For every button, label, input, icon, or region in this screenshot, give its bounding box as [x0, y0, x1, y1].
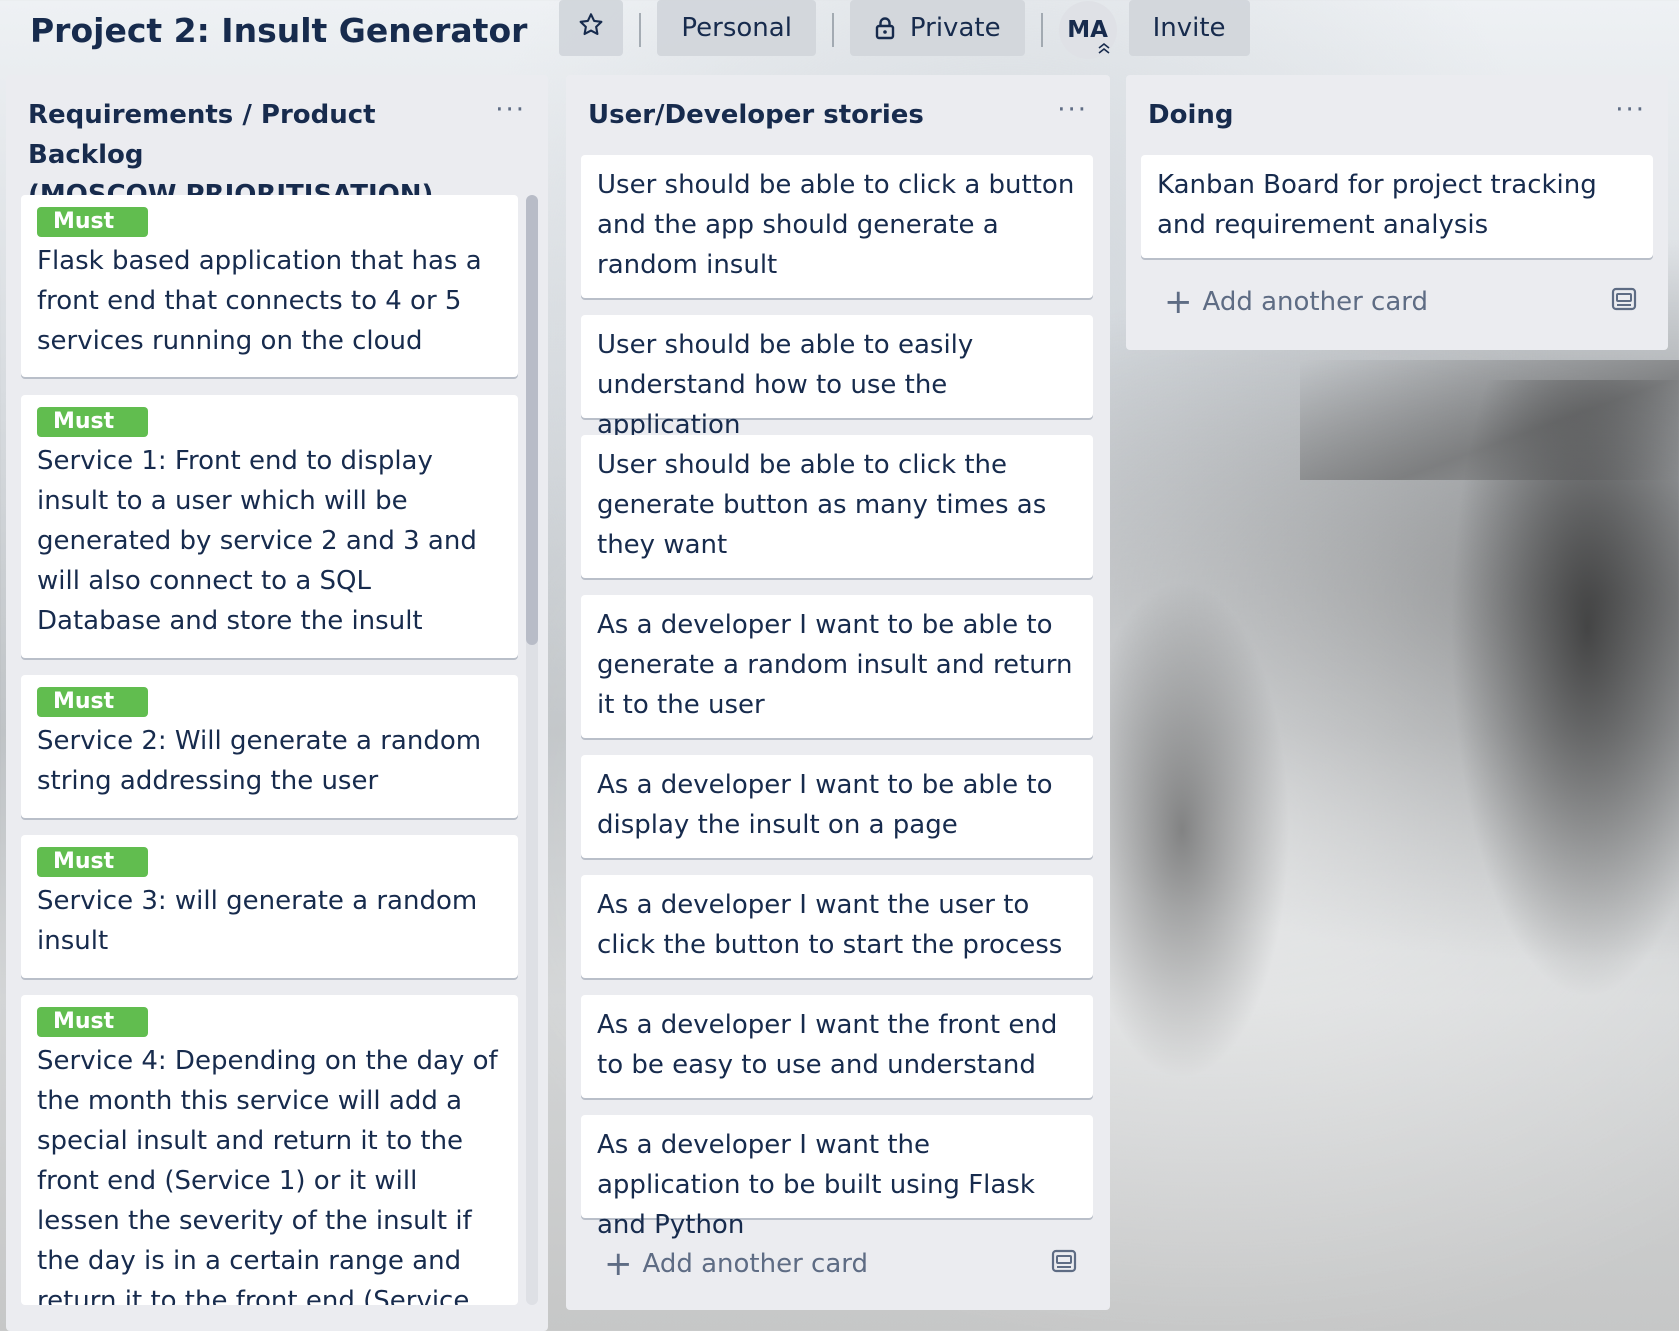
background-rock-left	[1110, 580, 1290, 1080]
member-avatar[interactable]: MA	[1058, 1, 1117, 59]
list-card[interactable]: Must Flask based application that has a …	[21, 195, 518, 377]
list-scrollbar[interactable]	[526, 195, 538, 1305]
list-card[interactable]: User should be able to click a button an…	[581, 155, 1093, 298]
label-must: Must	[37, 687, 148, 717]
access-visibility-button[interactable]: Private	[849, 0, 1025, 56]
plus-icon: +	[1164, 282, 1193, 322]
list-menu-ellipsis-icon[interactable]: ···	[1615, 97, 1646, 123]
list-card[interactable]: As a developer I want the application to…	[581, 1115, 1093, 1240]
header-divider	[1040, 13, 1043, 47]
label-must: Must	[37, 1007, 148, 1037]
label-must: Must	[37, 207, 148, 237]
lock-icon	[874, 16, 896, 40]
invite-label: Invite	[1152, 13, 1226, 43]
list-card[interactable]: User should be able to easily understand…	[581, 315, 1093, 440]
list-card[interactable]: Must Service 2: Will generate a random s…	[21, 675, 518, 818]
card-title: Flask based application that has a front…	[37, 246, 482, 356]
list-card[interactable]: Kanban Board for project tracking and re…	[1141, 155, 1653, 258]
list-title[interactable]: User/Developer stories	[588, 95, 924, 135]
invite-button[interactable]: Invite	[1128, 0, 1250, 56]
list-card[interactable]: As a developer I want the user to click …	[581, 875, 1093, 978]
list-card[interactable]: Must Service 3: will generate a random i…	[21, 835, 518, 978]
add-card-button[interactable]: + Add another card	[1164, 285, 1428, 319]
card-template-icon[interactable]	[1050, 1248, 1078, 1281]
add-card-label: Add another card	[1202, 287, 1429, 317]
board-title[interactable]: Project 2: Insult Generator	[30, 11, 527, 50]
header-divider	[639, 13, 642, 47]
background-ridge	[1300, 360, 1679, 480]
card-title: User should be able to easily understand…	[597, 330, 974, 440]
list-card[interactable]: As a developer I want the front end to b…	[581, 995, 1093, 1098]
card-title: As a developer I want to be able to gene…	[597, 610, 1073, 720]
header-divider	[831, 13, 834, 47]
card-title: User should be able to click the generat…	[597, 450, 1047, 560]
list-user-developer-stories: User/Developer stories ··· User should b…	[566, 75, 1110, 1310]
label-must: Must	[37, 847, 148, 877]
label-must: Must	[37, 407, 148, 437]
scrollbar-thumb[interactable]	[526, 195, 538, 645]
card-title: As a developer I want the user to click …	[597, 890, 1063, 960]
team-visibility-label: Personal	[681, 13, 792, 43]
board-header: Project 2: Insult Generator Personal Pri…	[0, 0, 1679, 60]
list-card[interactable]: As a developer I want to be able to gene…	[581, 595, 1093, 738]
admin-chevron-icon	[1097, 42, 1111, 57]
star-icon	[577, 11, 605, 46]
list-requirements: Requirements / Product Backlog (MOSCOW P…	[6, 75, 548, 1331]
list-doing: Doing ··· Kanban Board for project track…	[1126, 75, 1668, 350]
background-rock-right	[1450, 380, 1679, 1000]
plus-icon: +	[604, 1244, 633, 1284]
card-title: Service 1: Front end to display insult t…	[37, 446, 477, 636]
add-card-button[interactable]: + Add another card	[604, 1247, 868, 1281]
list-card[interactable]: User should be able to click the generat…	[581, 435, 1093, 578]
card-title: Service 4: Depending on the day of the m…	[37, 1046, 498, 1305]
star-board-button[interactable]	[559, 0, 624, 56]
card-title: User should be able to click a button an…	[597, 170, 1075, 280]
card-template-icon[interactable]	[1610, 286, 1638, 319]
list-menu-ellipsis-icon[interactable]: ···	[1057, 97, 1088, 123]
list-title[interactable]: Doing	[1148, 95, 1233, 135]
member-initials: MA	[1067, 17, 1108, 43]
list-menu-ellipsis-icon[interactable]: ···	[495, 97, 526, 123]
list-card[interactable]: Must Service 1: Front end to display ins…	[21, 395, 518, 658]
card-title: As a developer I want the application to…	[597, 1130, 1035, 1240]
access-visibility-label: Private	[909, 13, 1001, 43]
card-title: Service 3: will generate a random insult	[37, 886, 478, 956]
list-card[interactable]: Must Service 4: Depending on the day of …	[21, 995, 518, 1305]
card-title: As a developer I want to be able to disp…	[597, 770, 1053, 840]
team-visibility-button[interactable]: Personal	[657, 0, 816, 56]
card-title: As a developer I want the front end to b…	[597, 1010, 1058, 1080]
card-title: Service 2: Will generate a random string…	[37, 726, 482, 796]
card-title: Kanban Board for project tracking and re…	[1157, 170, 1597, 240]
list-card[interactable]: As a developer I want to be able to disp…	[581, 755, 1093, 858]
add-card-label: Add another card	[642, 1249, 869, 1279]
